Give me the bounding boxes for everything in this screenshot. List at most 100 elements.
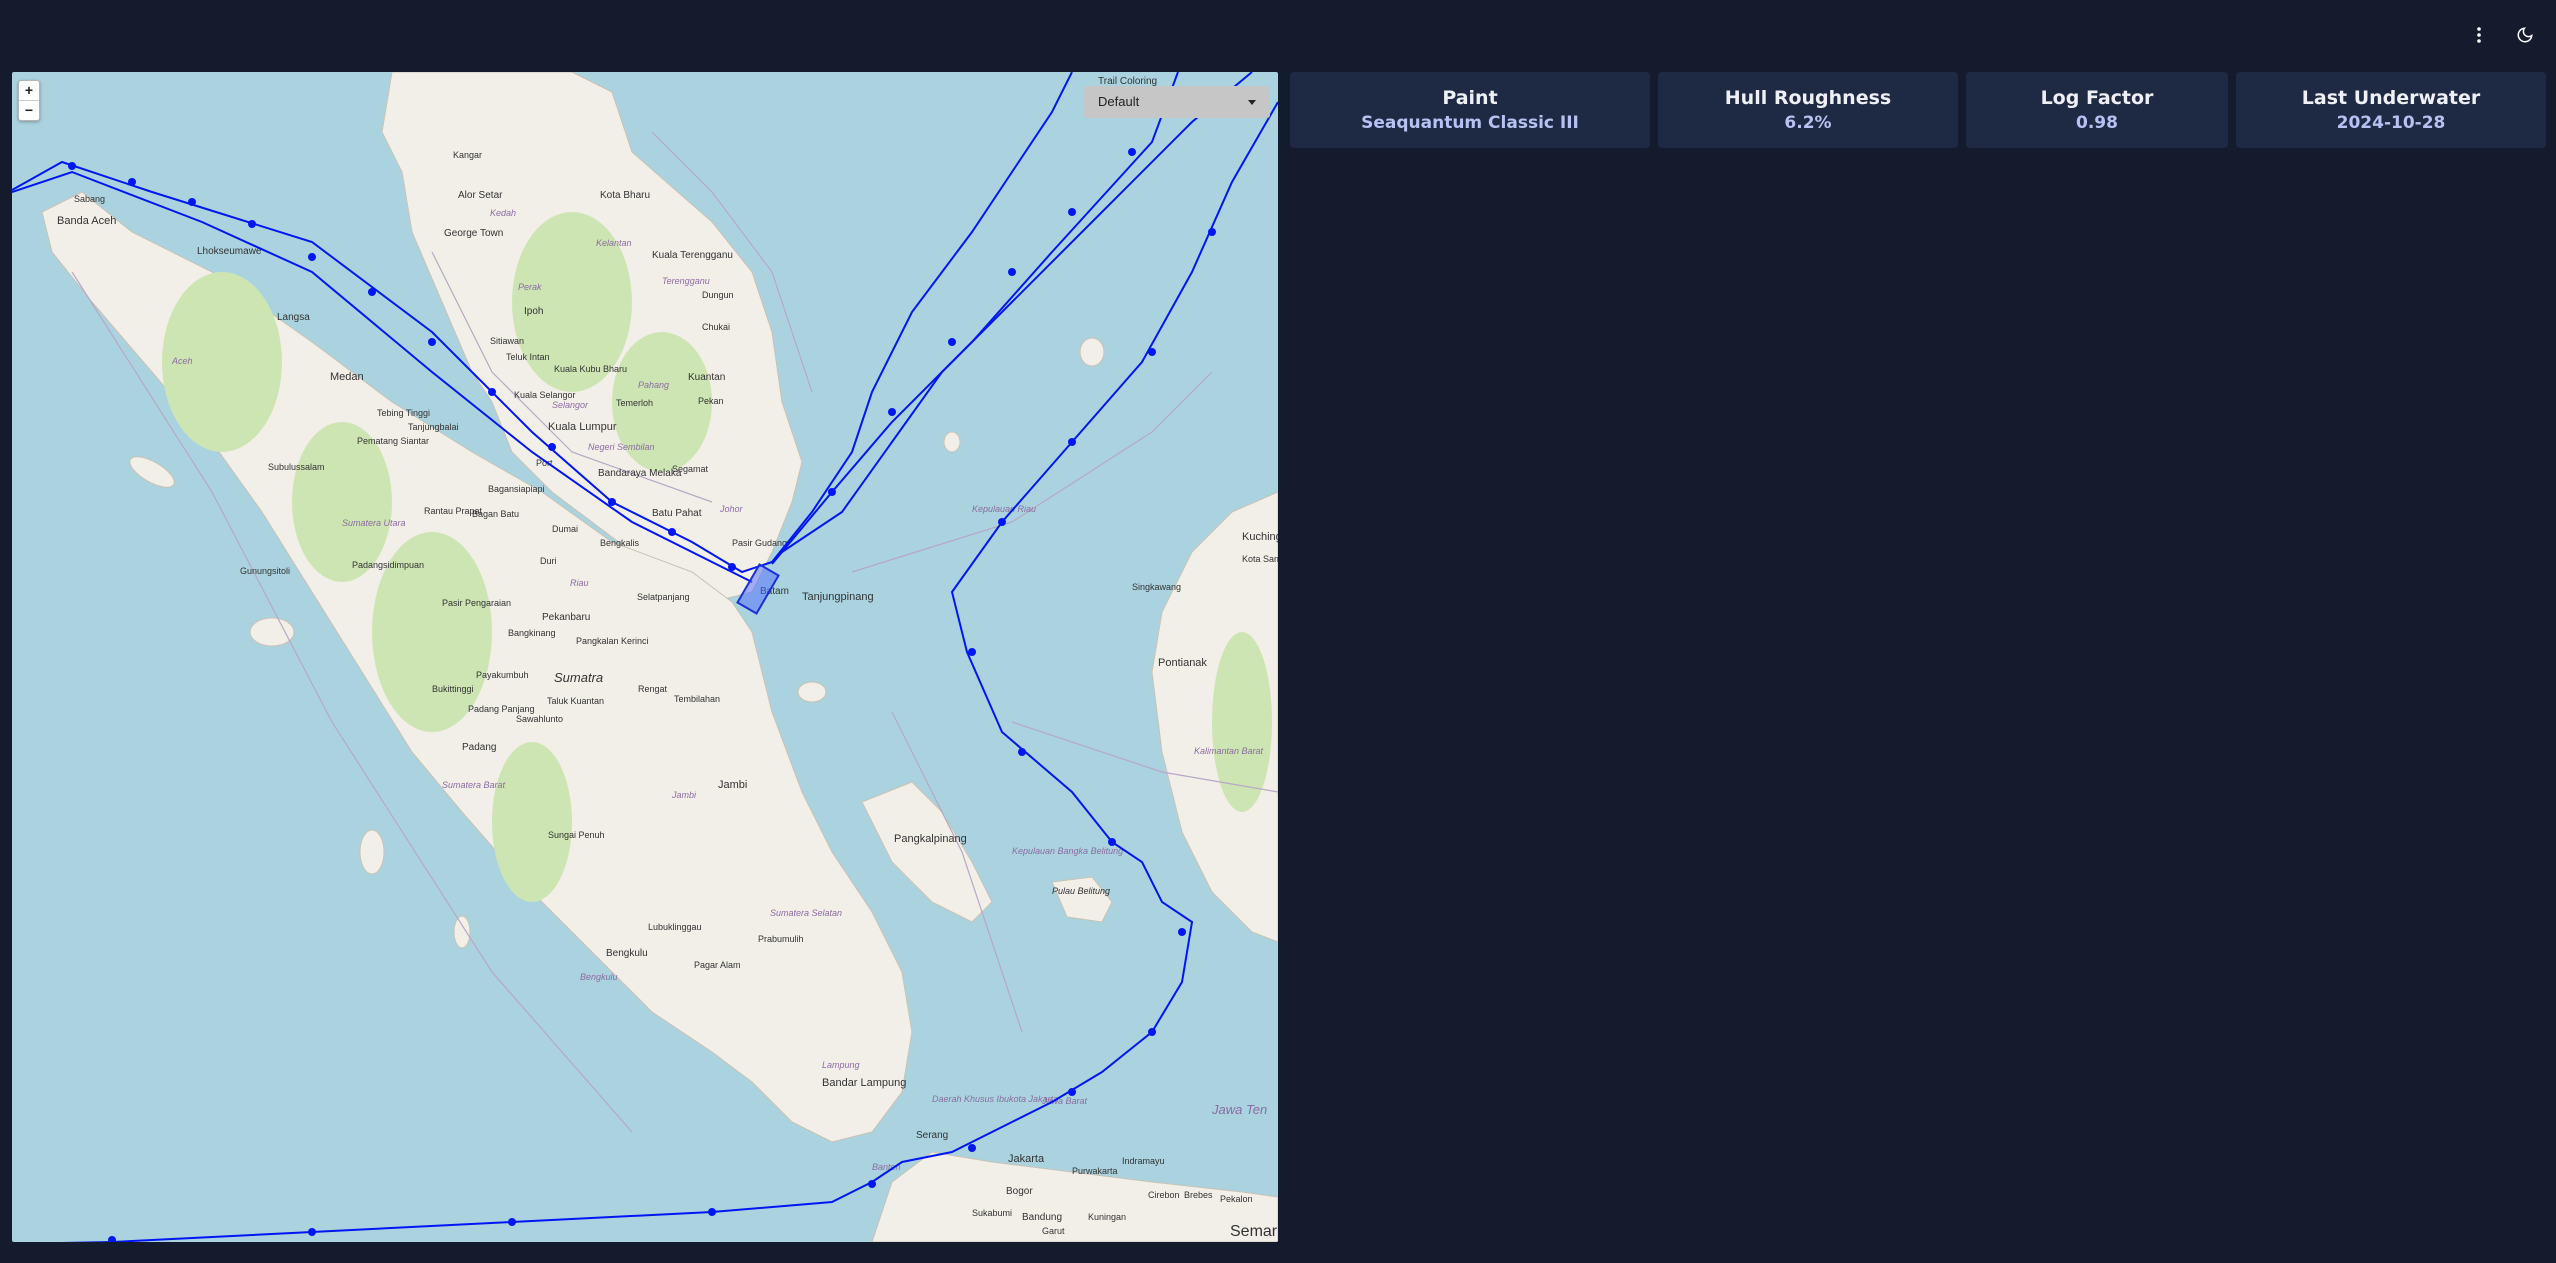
- map-label: Pekalon: [1220, 1194, 1253, 1204]
- map-label: Sumatera Barat: [442, 780, 506, 790]
- card-value: 0.98: [2076, 113, 2118, 133]
- map-label: Padangsidimpuan: [352, 560, 424, 570]
- bangka-island: [861, 781, 993, 923]
- map-label: Selangor: [552, 400, 589, 410]
- top-bar: [0, 0, 2556, 70]
- map-label: Bengkalis: [600, 538, 640, 548]
- zoom-in-button[interactable]: +: [19, 81, 39, 100]
- map-label: Pasir Pengaraian: [442, 598, 511, 608]
- map-label: Kota Bharu: [600, 190, 650, 201]
- map-label: Bandung: [1022, 1212, 1062, 1223]
- map-label: Bandaraya Melaka: [598, 468, 682, 479]
- map-label: Ipoh: [524, 306, 543, 317]
- map-label: Kalimantan Barat: [1194, 746, 1264, 756]
- map-label: Kuala Kubu Bharu: [554, 364, 627, 374]
- map-label: Bogor: [1006, 1186, 1033, 1197]
- zoom-control: + −: [18, 80, 40, 121]
- map-label: Indramayu: [1122, 1156, 1165, 1166]
- map-label: Jambi: [718, 779, 747, 791]
- moon-icon[interactable]: [2512, 22, 2538, 48]
- map-label: Gunungsitoli: [240, 566, 290, 576]
- map-label: Riau: [570, 578, 589, 588]
- last-underwater-card: Last Underwater 2024-10-28: [2236, 72, 2546, 148]
- map-label: Batu Pahat: [652, 508, 702, 519]
- map-label: Pangkalan Kerinci: [576, 636, 649, 646]
- map-label: Kuala Lumpur: [548, 421, 617, 433]
- map-label: Sabang: [74, 194, 105, 204]
- map-label: Duri: [540, 556, 557, 566]
- card-title: Last Underwater: [2301, 87, 2481, 109]
- map-label: Dumai: [552, 524, 578, 534]
- trail-coloring-value: Default: [1098, 94, 1140, 109]
- map-canvas[interactable]: Banda Aceh Sabang Lhokseumawe Langsa Med…: [12, 72, 1278, 1242]
- map-label: Bagan Batu: [472, 509, 519, 519]
- map-label: Pekanbaru: [542, 612, 590, 623]
- map-label: Pasir Gudang: [732, 538, 787, 548]
- map-label: Tanjungbalai: [408, 422, 459, 432]
- paint-card: Paint Seaquantum Classic III: [1290, 72, 1650, 148]
- map-label: Cirebon: [1148, 1190, 1180, 1200]
- map-label: Tebing Tinggi: [377, 408, 430, 418]
- map-label: Aceh: [171, 356, 193, 366]
- map-label: Sawahlunto: [516, 714, 563, 724]
- map-label: Payakumbuh: [476, 670, 529, 680]
- map-label: Pekan: [698, 396, 724, 406]
- map-label: Garut: [1042, 1226, 1065, 1236]
- map-label: Sungai Penuh: [548, 830, 605, 840]
- map-label: Temerloh: [616, 398, 653, 408]
- map-label: Lhokseumawe: [197, 246, 262, 257]
- map-label: Bengkulu: [606, 948, 648, 959]
- map-label: Lubuklinggau: [648, 922, 702, 932]
- map-label: Alor Setar: [458, 190, 503, 201]
- more-vertical-icon[interactable]: [2466, 22, 2492, 48]
- map-label: Kelantan: [596, 238, 632, 248]
- map-label: Jawa Ten: [1211, 1102, 1267, 1117]
- map-label: Chukai: [702, 322, 730, 332]
- map-label: Bandar Lampung: [822, 1077, 906, 1089]
- card-title: Log Factor: [2040, 87, 2154, 109]
- stats-cards: Paint Seaquantum Classic III Hull Roughn…: [1290, 72, 2546, 148]
- map-label: Kuningan: [1088, 1212, 1126, 1222]
- map-label: Johor: [719, 504, 744, 514]
- map-label: Banda Aceh: [57, 215, 116, 227]
- map-label: Jakarta: [1008, 1153, 1045, 1165]
- map-label: Selatpanjang: [637, 592, 690, 602]
- map-label: Sumatera Selatan: [770, 908, 842, 918]
- card-title: Paint: [1442, 87, 1498, 109]
- map-label: Pematang Siantar: [357, 436, 429, 446]
- log-factor-card: Log Factor 0.98: [1966, 72, 2228, 148]
- map-label: Pontianak: [1158, 657, 1207, 669]
- trail-coloring-control: Trail Coloring Default: [1084, 76, 1270, 118]
- map-label: Kuantan: [688, 372, 725, 383]
- map-label: Port: [536, 458, 553, 468]
- map-label: Kepulauan Riau: [972, 504, 1036, 514]
- map-label: Prabumulih: [758, 934, 804, 944]
- map-label: Brebes: [1184, 1190, 1213, 1200]
- map-label: Padang Panjang: [468, 704, 535, 714]
- map-label: Kota Sam: [1242, 554, 1278, 564]
- map-label: Sumatera Utara: [342, 518, 406, 528]
- hull-roughness-card: Hull Roughness 6.2%: [1658, 72, 1958, 148]
- map-label: Kepulauan Bangka Belitung: [1012, 846, 1123, 856]
- map-label: Padang: [462, 742, 496, 753]
- map-label: Negeri Sembilan: [588, 442, 655, 452]
- voyage-map[interactable]: Banda Aceh Sabang Lhokseumawe Langsa Med…: [12, 72, 1278, 1242]
- card-title: Hull Roughness: [1724, 87, 1892, 109]
- map-label: Pulau Belitung: [1052, 886, 1110, 896]
- map-label: Bukittinggi: [432, 684, 474, 694]
- belitung-island: [1051, 876, 1113, 923]
- zoom-out-button[interactable]: −: [19, 100, 39, 120]
- map-label: Pangkalpinang: [894, 833, 967, 845]
- map-label: Medan: [330, 371, 364, 383]
- map-label: Singkawang: [1132, 582, 1181, 592]
- map-label: Bengkulu: [580, 972, 618, 982]
- trail-coloring-select[interactable]: Default: [1084, 86, 1270, 118]
- map-label: Daerah Khusus Ibukota Jakarta: [932, 1094, 1058, 1104]
- map-label: Sumatra: [554, 670, 603, 685]
- card-value: 6.2%: [1784, 113, 1832, 133]
- map-label: Tanjungpinang: [802, 591, 874, 603]
- map-label: Langsa: [277, 312, 310, 323]
- map-label: Dungun: [702, 290, 734, 300]
- map-label: Sukabumi: [972, 1208, 1012, 1218]
- map-label: Taluk Kuantan: [547, 696, 604, 706]
